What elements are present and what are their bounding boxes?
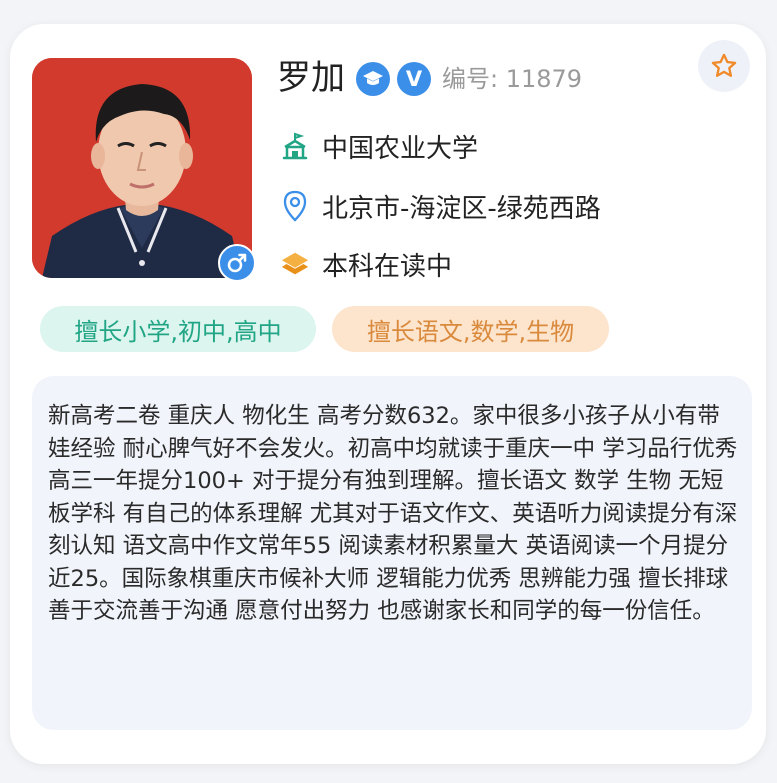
education-status: 本科在读中 — [322, 251, 453, 282]
school-row: 中国农业大学 — [280, 126, 478, 166]
school-building-icon — [280, 129, 310, 163]
verified-badge: V — [397, 62, 431, 96]
grade-level-tag: 擅长小学,初中,高中 — [40, 306, 316, 352]
tutor-description: 新高考二卷 重庆人 物化生 高考分数632。家中很多小孩子从小有带娃经验 耐心脾… — [48, 403, 738, 624]
tutor-name: 罗加 — [277, 58, 345, 98]
male-icon — [218, 244, 256, 282]
school-name: 中国农业大学 — [322, 133, 479, 164]
map-pin-icon — [280, 189, 310, 223]
location-text: 北京市-海淀区-绿苑西路 — [322, 193, 601, 224]
graduation-cap-icon — [356, 62, 390, 96]
tutor-serial-number: 编号: 11879 — [442, 65, 583, 93]
education-row: 本科在读中 — [280, 244, 452, 284]
tutor-profile-card: 罗加 V 编号: 11879 中国农业大学 北京市-海淀区-绿苑西路 本科在读中… — [10, 24, 766, 764]
favorite-button[interactable] — [698, 40, 750, 92]
avatar[interactable] — [32, 58, 252, 278]
subject-tag: 擅长语文,数学,生物 — [332, 306, 609, 352]
location-row: 北京市-海淀区-绿苑西路 — [280, 186, 601, 226]
star-outline-icon — [711, 53, 737, 77]
description-box: 新高考二卷 重庆人 物化生 高考分数632。家中很多小孩子从小有带娃经验 耐心脾… — [32, 376, 752, 730]
layers-icon — [280, 247, 310, 281]
avatar-photo — [32, 58, 252, 278]
